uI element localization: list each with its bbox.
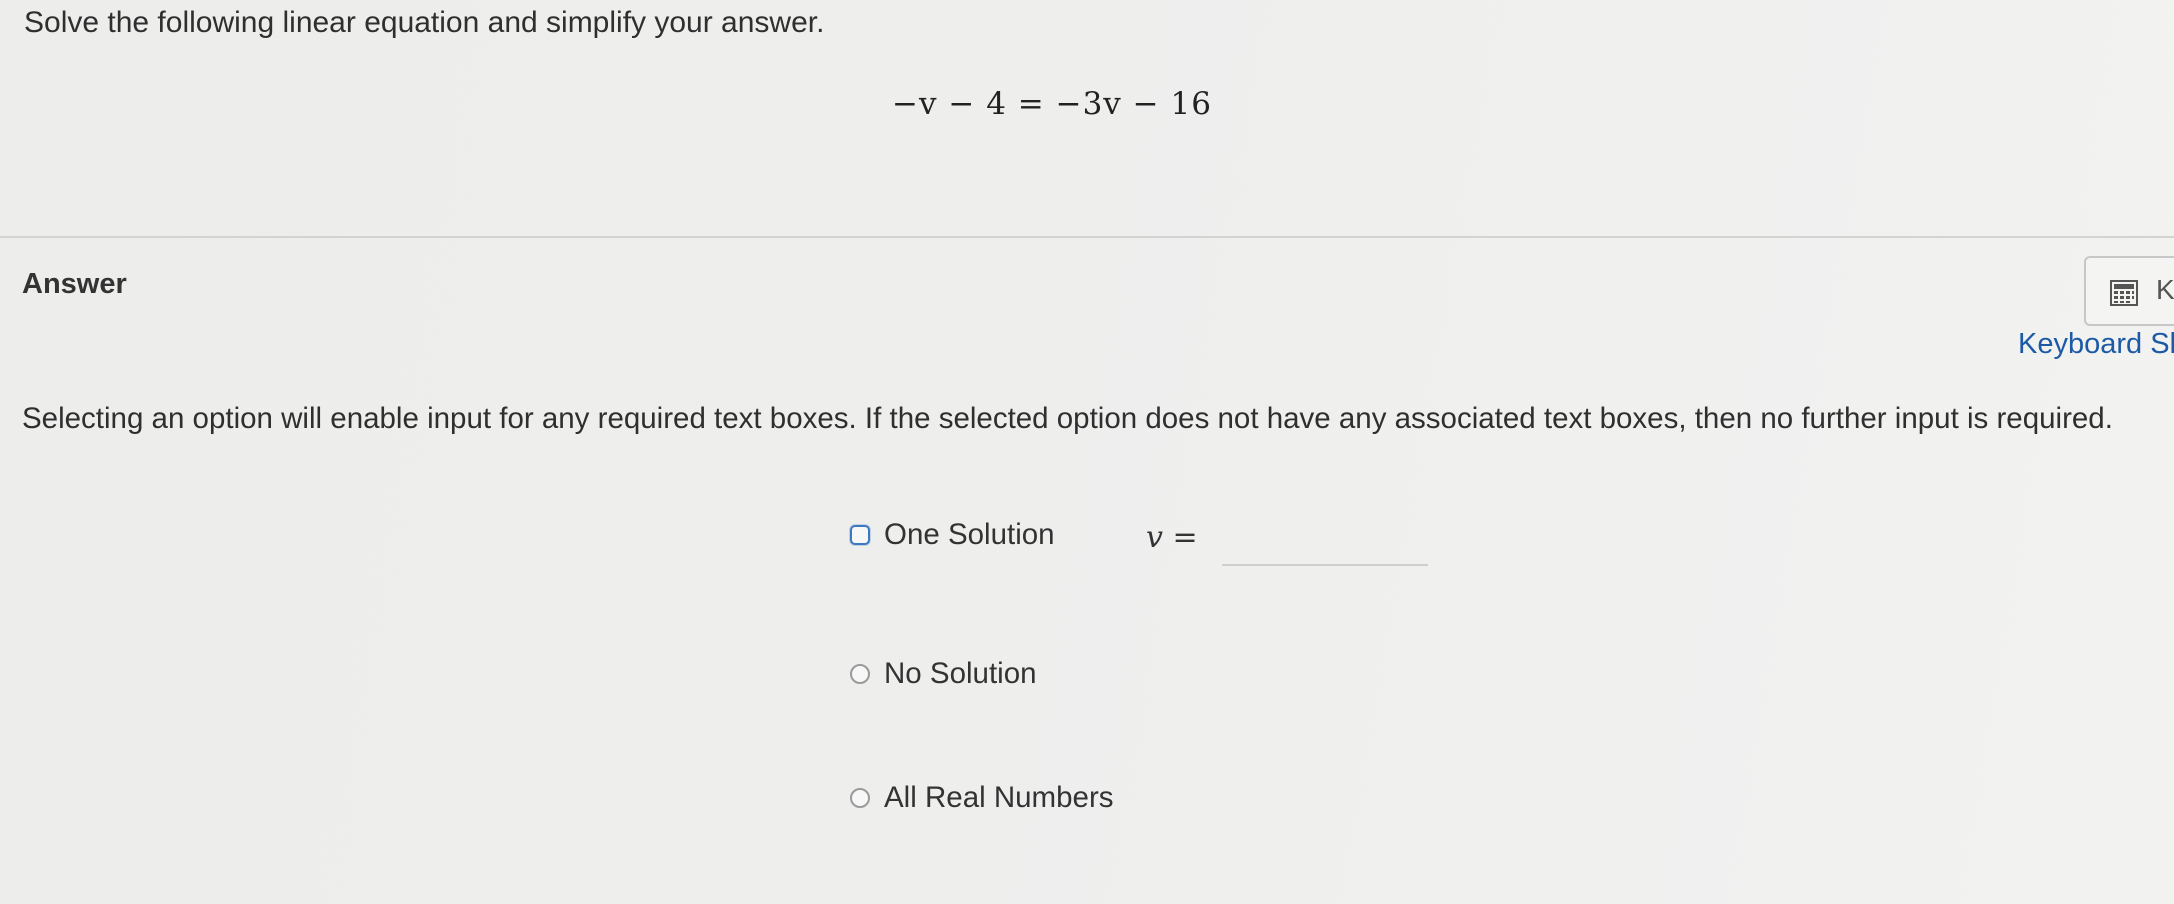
option-one-solution[interactable]: One Solution (850, 518, 1055, 552)
option-no-solution[interactable]: No Solution (850, 657, 1037, 691)
solution-input[interactable] (1222, 520, 1428, 566)
radio-one-solution[interactable] (850, 525, 870, 545)
radio-no-solution[interactable] (850, 664, 870, 684)
keyboard-button-label: K (2156, 274, 2174, 305)
radio-all-real-numbers[interactable] (850, 788, 870, 808)
equation: −v − 4 = −3v − 16 (0, 86, 2174, 122)
calculator-keyboard-icon (2110, 280, 2138, 306)
keyboard-shortcuts-link[interactable]: Keyboard Sh (2018, 328, 2174, 361)
option-label-all-real-numbers: All Real Numbers (884, 781, 1114, 814)
section-divider (0, 236, 2174, 238)
instructions-text: Selecting an option will enable input fo… (22, 402, 2113, 435)
option-label-no-solution: No Solution (884, 657, 1037, 690)
option-all-real-numbers[interactable]: All Real Numbers (850, 781, 1114, 815)
variable-symbol: v (1146, 520, 1163, 555)
solution-variable-label: v = (1146, 520, 1198, 555)
equation-text: −v − 4 = −3v − 16 (892, 86, 1212, 122)
keyboard-button[interactable]: K (2084, 256, 2174, 326)
answer-heading: Answer (22, 268, 127, 300)
equals-sign: = (1172, 520, 1198, 555)
question-prompt: Solve the following linear equation and … (24, 6, 825, 39)
option-label-one-solution: One Solution (884, 518, 1055, 551)
